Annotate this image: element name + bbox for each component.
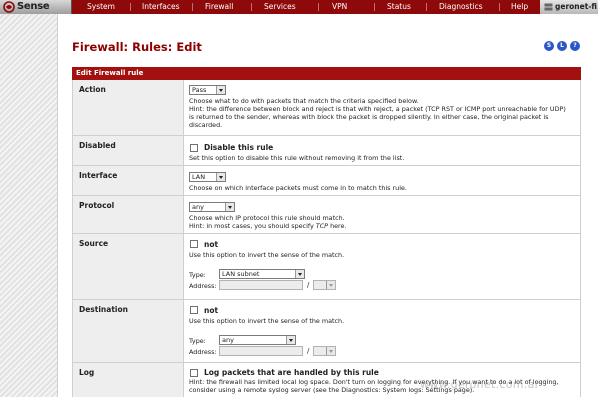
action-label: Action (73, 80, 184, 135)
nav-interfaces[interactable]: Interfaces (142, 0, 180, 14)
action-select[interactable]: Pass (189, 85, 226, 95)
chevron-down-icon (326, 281, 335, 289)
interface-description: Choose on which interface packets must c… (189, 184, 407, 192)
protocol-hint: Hint: in most cases, you should specify … (189, 222, 347, 230)
source-type-value: LAN subnet (222, 270, 260, 278)
source-row: Source not Use this option to invert the… (73, 234, 580, 300)
nav-firewall[interactable]: Firewall (205, 0, 233, 14)
action-description: Choose what to do with packets that matc… (189, 97, 419, 105)
protocol-select[interactable]: any (189, 202, 235, 212)
protocol-row: Protocol any Choose which IP protocol th… (73, 196, 580, 234)
source-label: Source (73, 234, 184, 299)
disable-rule-checkbox[interactable] (190, 144, 198, 152)
chevron-down-icon (216, 86, 225, 94)
destination-type-select[interactable]: any (219, 335, 296, 345)
chevron-down-icon (295, 270, 304, 278)
protocol-hint-suffix: here. (328, 222, 347, 230)
status-icon[interactable]: S (544, 41, 554, 51)
left-sidebar-strip (0, 14, 58, 397)
log-packets-checkbox-label[interactable]: Log packets that are handled by this rul… (204, 368, 379, 377)
destination-row: Destination not Use this option to inver… (73, 300, 580, 363)
interface-row: Interface LAN Choose on which interface … (73, 166, 580, 196)
interface-select-value: LAN (192, 173, 206, 181)
interface-select[interactable]: LAN (189, 172, 226, 182)
top-nav-bar: Sense System Interfaces Firewall Service… (0, 0, 598, 14)
destination-address-input[interactable] (219, 346, 303, 356)
nav-help[interactable]: Help (511, 0, 528, 14)
chevron-down-icon (225, 203, 234, 211)
destination-label: Destination (73, 300, 184, 362)
source-description: Use this option to invert the sense of t… (189, 251, 345, 259)
destination-description: Use this option to invert the sense of t… (189, 317, 345, 325)
source-type-label: Type: (189, 271, 206, 279)
nav-status[interactable]: Status (387, 0, 411, 14)
chevron-down-icon (216, 173, 225, 181)
destination-mask-slash: / (307, 347, 310, 355)
protocol-hint-tcp: TCP (315, 222, 329, 230)
hostname-box: geronet-fi (540, 0, 598, 14)
disabled-label: Disabled (73, 136, 184, 165)
action-select-value: Pass (192, 86, 207, 94)
destination-type-label: Type: (189, 337, 206, 345)
protocol-label: Protocol (73, 196, 184, 233)
log-icon[interactable]: L (557, 41, 567, 51)
logo-swirl-icon (3, 1, 15, 13)
logo-text: Sense (17, 1, 50, 12)
protocol-select-value: any (192, 203, 204, 211)
help-icon[interactable]: ? (570, 41, 580, 51)
nav-diagnostics[interactable]: Diagnostics (439, 0, 483, 14)
form-section-header: Edit Firewall rule (72, 67, 581, 80)
action-row: Action Pass Choose what to do with packe… (73, 80, 580, 136)
disabled-row: Disabled Disable this rule Set this opti… (73, 136, 580, 166)
page-title: Firewall: Rules: Edit (72, 40, 202, 54)
disable-rule-checkbox-label[interactable]: Disable this rule (204, 143, 273, 152)
action-hint-line-1: Hint: the difference between block and r… (189, 105, 566, 113)
source-mask-slash: / (307, 281, 310, 289)
source-address-label: Address: (189, 282, 217, 290)
chevron-down-icon (286, 336, 295, 344)
nav-system[interactable]: System (87, 0, 115, 14)
watermark: www.geronet.com.ar (420, 378, 540, 391)
log-label: Log (73, 363, 184, 397)
source-type-select[interactable]: LAN subnet (219, 269, 305, 279)
source-not-label[interactable]: not (204, 240, 218, 249)
log-packets-checkbox[interactable] (190, 369, 198, 377)
chevron-down-icon (326, 347, 335, 355)
hostname-label: geronet-fi (555, 2, 597, 11)
protocol-hint-prefix: Hint: in most cases, you should specify (189, 222, 316, 230)
nav-services[interactable]: Services (264, 0, 296, 14)
action-hint-line-3: discarded. (189, 121, 223, 129)
source-not-checkbox[interactable] (190, 240, 198, 248)
pfsense-logo[interactable]: Sense (0, 0, 72, 14)
disabled-description: Set this option to disable this rule wit… (189, 154, 405, 162)
destination-not-label[interactable]: not (204, 306, 218, 315)
server-icon (544, 3, 553, 11)
destination-type-value: any (222, 336, 234, 344)
nav-vpn[interactable]: VPN (332, 0, 347, 14)
destination-mask-select[interactable] (313, 346, 336, 356)
source-address-input[interactable] (219, 280, 303, 290)
protocol-description: Choose which IP protocol this rule shoul… (189, 214, 345, 222)
destination-not-checkbox[interactable] (190, 306, 198, 314)
action-hint-line-2: is returned to the sender, whereas with … (189, 113, 549, 121)
rule-edit-form: Action Pass Choose what to do with packe… (72, 80, 581, 397)
destination-address-label: Address: (189, 348, 217, 356)
source-mask-select[interactable] (313, 280, 336, 290)
interface-label: Interface (73, 166, 184, 195)
